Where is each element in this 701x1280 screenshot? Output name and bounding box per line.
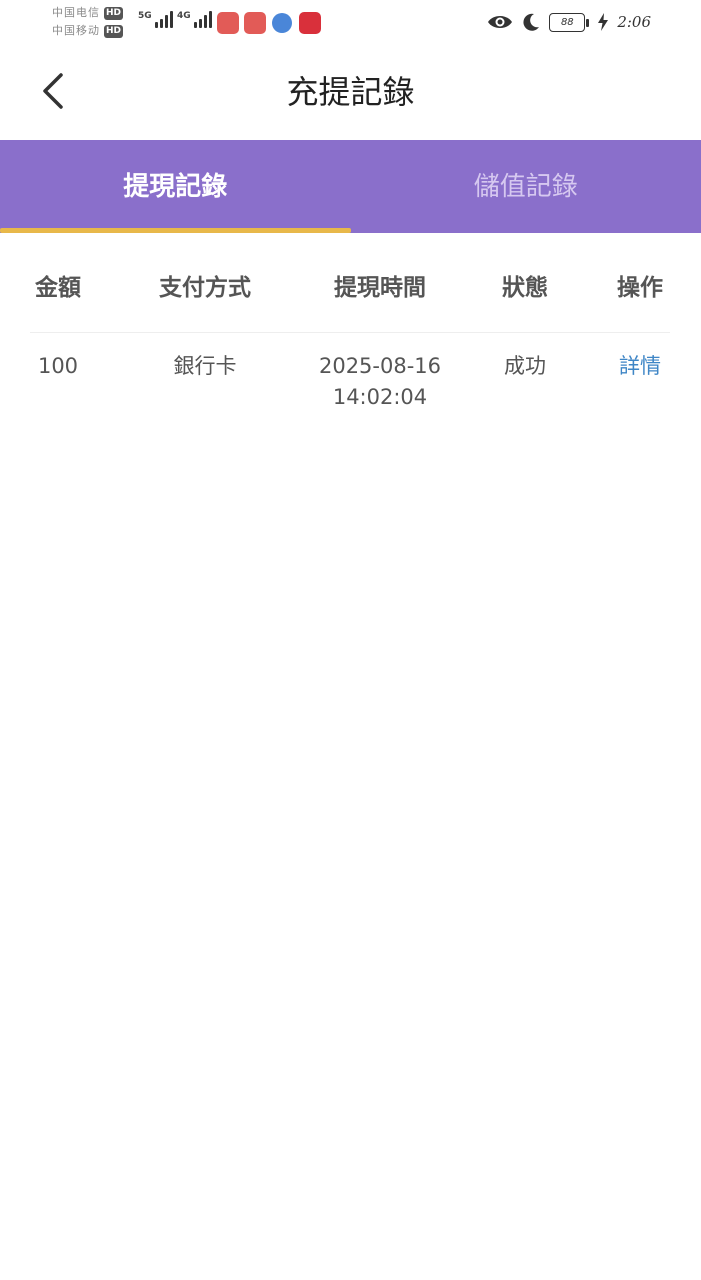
row-time: 14:02:04 [332,385,428,409]
tab-deposit-records[interactable]: 儲值記錄 [351,140,701,233]
browser-icon [272,13,292,33]
status-bar: 中国电信 HD 中国移动 HD 5G 4G 88 2:06 [0,0,701,44]
reader-app-icon [299,12,321,34]
clock: 2:06 [617,13,651,31]
signal-4g-icon: 4G [177,11,212,28]
column-header-withdrawal-time: 提現時間 [334,275,426,301]
column-header-amount: 金額 [35,275,81,301]
column-header-action: 操作 [617,275,663,301]
row-payment-method: 銀行卡 [173,354,237,378]
notification-app-icon [244,12,266,34]
app-header: 充提記錄 [0,44,701,140]
hd-badge-1: HD [104,6,124,20]
page-title: 充提記錄 [286,73,415,111]
charging-bolt-icon [598,13,609,31]
moon-icon [523,13,540,31]
active-tab-indicator [0,228,351,233]
eye-icon [488,16,513,28]
battery-indicator: 88 [549,12,590,32]
details-link[interactable]: 詳情 [605,351,675,382]
network-5g-label: 5G [138,11,152,21]
carrier-1-name: 中国电信 [52,6,100,19]
notification-app-icon [217,12,239,34]
carrier-info: 中国电信 HD 中国移动 HD [52,5,124,39]
row-amount: 100 [37,354,79,378]
tab-label: 儲值記錄 [473,172,578,202]
row-withdrawal-time: 2025-08-16 14:02:04 [310,351,450,413]
hd-badge-2: HD [104,24,124,38]
tab-withdrawal-records[interactable]: 提現記錄 [0,140,351,233]
row-date: 2025-08-16 [318,354,442,378]
carrier-1-row: 中国电信 HD [52,5,124,21]
column-header-payment-method: 支付方式 [159,275,251,301]
signal-5g-icon: 5G [138,11,173,28]
table-header: 金額 支付方式 提現時間 狀態 操作 [30,252,670,333]
carrier-2-name: 中国移动 [52,24,100,37]
tab-bar: 提現記錄 儲值記錄 [0,140,701,233]
tab-label: 提現記錄 [123,172,228,202]
carrier-2-row: 中国移动 HD [52,23,124,39]
table-row: 100 銀行卡 2025-08-16 14:02:04 成功 詳情 [30,333,670,433]
network-4g-label: 4G [177,11,191,21]
status-right: 88 2:06 [487,12,651,32]
row-status: 成功 [504,354,546,378]
column-header-status: 狀態 [502,275,548,301]
